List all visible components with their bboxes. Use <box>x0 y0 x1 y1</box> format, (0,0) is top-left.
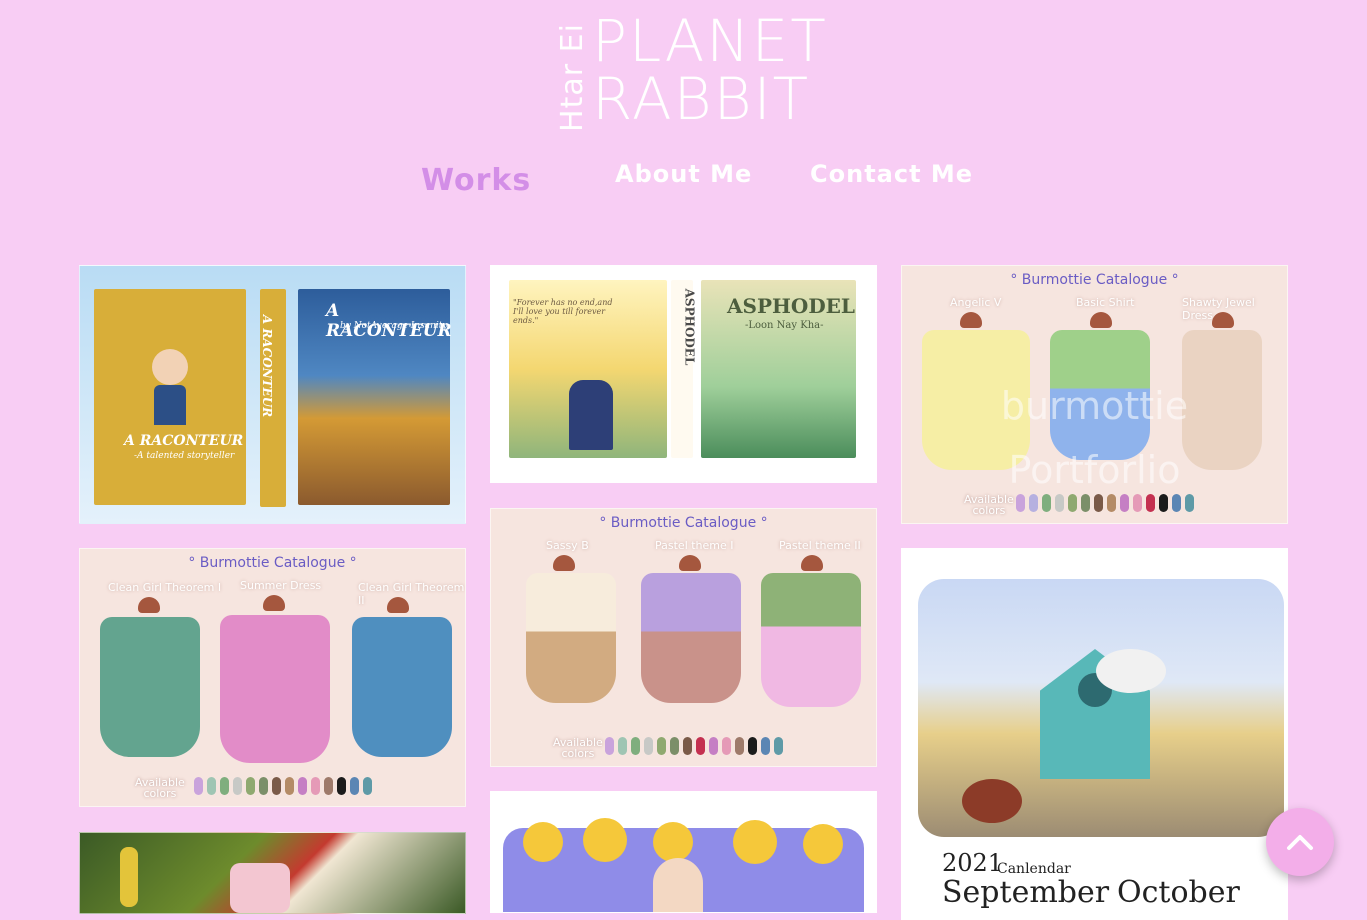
catalogue-item-label: Pastel theme I <box>655 539 734 552</box>
hanger <box>960 312 982 328</box>
available-colors-label: Available colors <box>964 493 1014 517</box>
hanger <box>801 555 823 571</box>
couple-illustration <box>569 380 613 450</box>
book-quote: "Forever has no end,and I'll love you ti… <box>513 298 613 325</box>
color-swatches <box>194 777 372 795</box>
work-card-garden[interactable] <box>79 832 466 914</box>
hen-illustration <box>1096 649 1166 693</box>
hen-illustration <box>962 779 1022 823</box>
hanger <box>387 597 409 613</box>
watermark-line-1: burmottie <box>1000 384 1189 428</box>
book-title: ASPHODEL <box>727 294 855 318</box>
book-front-cover: "Forever has no end,and I'll love you ti… <box>509 280 667 458</box>
nav-contact-me[interactable]: Contact Me <box>810 160 973 188</box>
book-front-cover: A RACONTEUR -A talented storyteller <box>94 289 246 505</box>
available-colors-label: Available colors <box>553 736 603 760</box>
work-card-asphodel[interactable]: "Forever has no end,and I'll love you ti… <box>490 265 877 483</box>
catalogue-item-label: Angelic V <box>950 296 1002 309</box>
outfit-illustration <box>100 617 200 757</box>
book-author-back: by NotAverage Insanity <box>340 321 448 331</box>
book-spine-title: ASPHODEL <box>682 288 697 366</box>
catalogue-title: ° Burmottie Catalogue ° <box>1010 272 1179 288</box>
chicken-coop-illustration <box>918 579 1284 837</box>
hanger <box>553 555 575 571</box>
book-spine: ASPHODEL <box>671 280 697 458</box>
brand-line-1: PLANET <box>592 7 828 75</box>
book-back-cover: A RACONTEUR by NotAverage Insanity <box>298 289 452 505</box>
character-illustration <box>152 349 188 385</box>
book-title-front: A RACONTEUR <box>124 433 244 449</box>
book-subtitle-front: -A talented storyteller <box>134 451 235 461</box>
sunflower-illustration <box>503 818 864 912</box>
catalogue-item-label: Clean Girl Theorem II <box>358 581 465 607</box>
book-spine: A RACONTEUR <box>260 289 286 507</box>
outfit-illustration <box>641 573 741 703</box>
catalogue-item-label: Basic Shirt <box>1076 296 1135 309</box>
catalogue-title: ° Burmottie Catalogue ° <box>188 555 357 571</box>
hanger <box>263 595 285 611</box>
hanger <box>1090 312 1112 328</box>
nav-about-me[interactable]: About Me <box>615 160 752 188</box>
catalogue-item-label: Clean Girl Theorem I <box>108 581 222 594</box>
book-author: -Loon Nay Kha- <box>745 320 824 331</box>
scroll-to-top-button[interactable] <box>1266 808 1334 876</box>
catalogue-item-label: Shawty Jewel Dress <box>1182 296 1255 322</box>
catalogue-item-label: Sassy B <box>546 539 589 552</box>
calendar-year: 2021 <box>942 849 1004 877</box>
work-card-catalogue-3[interactable]: ° Burmottie Catalogue ° Sassy B Pastel t… <box>490 508 877 767</box>
color-swatches <box>605 737 783 755</box>
work-card-sunflowers[interactable] <box>490 791 877 913</box>
catalogue-item-label: Summer Dress <box>240 579 322 592</box>
brand-logo[interactable]: PLANET RABBIT <box>592 12 828 128</box>
work-card-raconteur[interactable]: A RACONTEUR -A talented storyteller A RA… <box>79 265 466 524</box>
hanger <box>1212 312 1234 328</box>
brand-side-text: Htar Ei <box>554 23 590 132</box>
catalogue-title: ° Burmottie Catalogue ° <box>599 515 768 531</box>
character-body <box>154 385 186 425</box>
outfit-illustration <box>761 573 861 707</box>
nav-works[interactable]: Works <box>421 163 531 198</box>
watermark-line-2: Portforlio <box>1008 448 1181 492</box>
calendar-month-2: October <box>1117 875 1240 910</box>
work-card-catalogue-1[interactable]: ° Burmottie Catalogue ° Angelic V Basic … <box>901 265 1288 524</box>
brand-line-2: RABBIT <box>592 65 811 133</box>
outfit-illustration <box>526 573 616 703</box>
color-swatches <box>1016 494 1194 512</box>
chevron-up-icon <box>1287 835 1313 850</box>
calendar-month-1: September <box>942 875 1110 910</box>
corn-illustration <box>120 847 138 907</box>
catalogue-item-label: Pastel theme II <box>779 539 861 552</box>
available-colors-label: Available colors <box>135 776 185 800</box>
outfit-illustration <box>352 617 452 757</box>
book-back-cover: ASPHODEL -Loon Nay Kha- <box>701 280 856 458</box>
book-spine-title: A RACONTEUR <box>260 314 275 418</box>
hanger <box>679 555 701 571</box>
work-card-catalogue-2[interactable]: ° Burmottie Catalogue ° Clean Girl Theor… <box>79 548 466 807</box>
hanger <box>138 597 160 613</box>
character-illustration <box>230 863 290 913</box>
work-card-calendar[interactable]: 2021 Canlendar September October <box>901 548 1288 920</box>
outfit-illustration <box>220 615 330 763</box>
